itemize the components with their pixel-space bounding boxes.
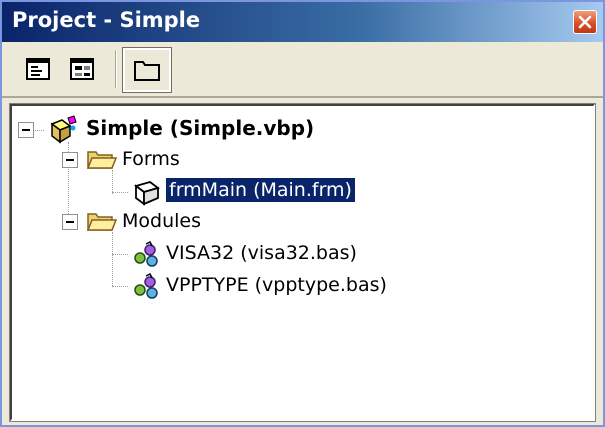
folder-open-icon xyxy=(86,208,118,238)
tree-module-item-label[interactable]: VPPTYPE (vpptype.bas) xyxy=(166,274,387,296)
tree-forms-label[interactable]: Forms xyxy=(122,148,180,170)
view-code-icon xyxy=(26,58,50,80)
close-icon xyxy=(578,15,592,29)
form-icon xyxy=(132,178,162,210)
folder-open-icon xyxy=(86,146,118,176)
view-object-button[interactable] xyxy=(66,54,98,84)
module-icon xyxy=(132,272,162,304)
toolbar xyxy=(2,42,603,98)
project-tree[interactable]: Simple (Simple.vbp) Forms frmMain (Main.… xyxy=(9,103,596,422)
project-explorer-window: Project - Simple Simple (Simple.vbp) For… xyxy=(0,0,605,427)
window-title: Project - Simple xyxy=(12,8,201,32)
view-object-icon xyxy=(70,58,94,80)
tree-connector xyxy=(112,192,128,193)
tree-form-item-label[interactable]: frmMain (Main.frm) xyxy=(165,177,356,203)
expand-root-toggle[interactable] xyxy=(18,122,34,138)
toolbar-separator xyxy=(115,50,117,88)
module-icon xyxy=(132,240,162,272)
toggle-folders-button[interactable] xyxy=(122,47,172,93)
title-bar[interactable]: Project - Simple xyxy=(2,2,603,42)
close-button[interactable] xyxy=(573,10,597,34)
expand-forms-toggle[interactable] xyxy=(62,152,78,168)
tree-modules-label[interactable]: Modules xyxy=(122,210,201,232)
tree-connector xyxy=(112,286,128,287)
expand-modules-toggle[interactable] xyxy=(62,214,78,230)
tree-module-item-label[interactable]: VISA32 (visa32.bas) xyxy=(166,242,357,264)
tree-root-label[interactable]: Simple (Simple.vbp) xyxy=(86,116,314,140)
folder-icon xyxy=(134,61,160,81)
tree-connector xyxy=(112,232,113,286)
project-icon xyxy=(48,114,80,148)
view-code-button[interactable] xyxy=(22,54,54,84)
tree-connector xyxy=(112,254,128,255)
